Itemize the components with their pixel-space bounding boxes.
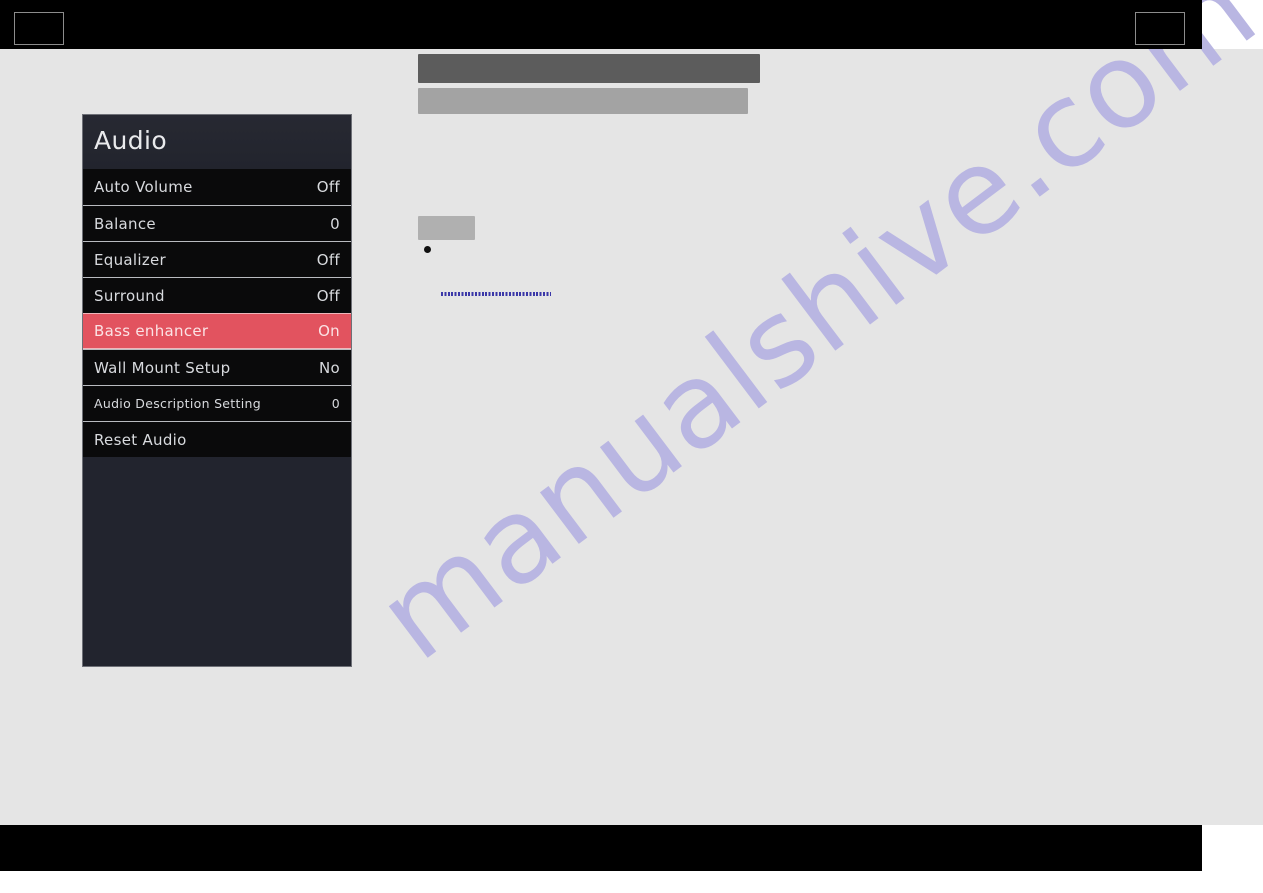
settings-row-label: Wall Mount Setup [94,358,231,377]
header-placeholder-box-right [1135,12,1185,45]
settings-row-value: On [318,322,340,340]
settings-row-label: Auto Volume [94,178,193,196]
settings-row[interactable]: Wall Mount Setup No [83,349,351,385]
settings-row[interactable]: Bass enhancer On [83,313,351,349]
redacted-title-block [418,54,760,83]
bottom-black-bar [0,825,1202,871]
panel-header: Audio [83,115,351,169]
settings-row-label: Bass enhancer [94,322,209,340]
settings-row-value: 0 [331,396,340,411]
bullet-point-icon [424,246,431,253]
settings-row-value: Off [316,250,340,269]
redacted-link-line [441,292,551,296]
audio-settings-panel: Audio Auto Volume Off Balance 0 Equalizer Off… [82,114,352,667]
settings-row-label: Equalizer [94,250,167,269]
settings-row-label: Balance [94,214,156,233]
page-sheet-right-margin [1202,49,1263,825]
redacted-subtitle-block [418,88,748,114]
settings-row-value: Off [316,178,340,196]
page-title: Audio [94,126,168,155]
settings-row[interactable]: Equalizer Off [83,241,351,277]
settings-row-value: Off [316,286,340,305]
settings-row[interactable]: Surround Off [83,277,351,313]
settings-row-label: Audio Description Setting [94,396,261,411]
settings-list: Auto Volume Off Balance 0 Equalizer Off Surrou… [83,169,351,457]
redacted-small-block [418,216,475,240]
settings-row-value: No [319,358,340,377]
settings-row[interactable]: Reset Audio [83,421,351,457]
header-placeholder-box-left [14,12,64,45]
settings-row-value: 0 [330,214,340,233]
settings-row-label: Reset Audio [94,430,187,449]
panel-empty-area [83,457,351,657]
top-black-bar [0,0,1202,49]
settings-row[interactable]: Audio Description Setting 0 [83,385,351,421]
settings-row[interactable]: Auto Volume Off [83,169,351,205]
settings-row-label: Surround [94,286,165,305]
settings-row[interactable]: Balance 0 [83,205,351,241]
